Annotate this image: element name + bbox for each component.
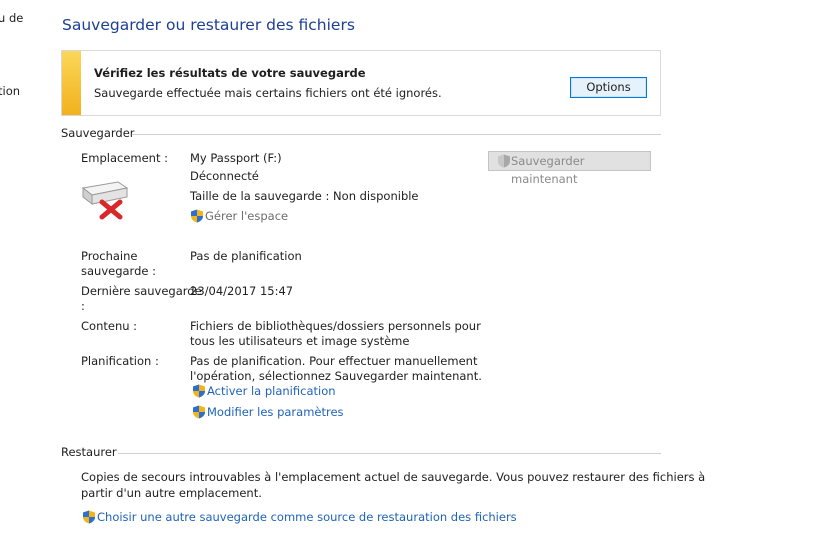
location-status: Déconnecté — [190, 169, 259, 183]
warning-stripe — [62, 51, 81, 115]
sidebar-item-partial-2[interactable]: tion — [0, 84, 20, 98]
content-line-1: Fichiers de bibliothèques/dossiers perso… — [190, 319, 481, 333]
last-backup-value: 23/04/2017 15:47 — [190, 284, 294, 298]
shield-icon — [83, 510, 95, 524]
next-backup-value: Pas de planification — [190, 249, 302, 263]
shield-icon — [498, 154, 510, 168]
enable-schedule-link[interactable]: Activer la planification — [207, 384, 336, 398]
shield-icon — [193, 405, 205, 419]
warning-banner: Vérifiez les résultats de votre sauvegar… — [61, 50, 661, 116]
next-backup-label-1: Prochaine — [81, 249, 138, 263]
manage-space-link[interactable]: Gérer l'espace — [205, 209, 288, 223]
content-label: Contenu : — [81, 319, 138, 333]
restore-message-line-1: Copies de secours introuvables à l'empla… — [81, 470, 706, 484]
shield-icon — [193, 384, 205, 398]
page-title: Sauvegarder ou restaurer des fichiers — [62, 16, 355, 34]
banner-message: Sauvegarde effectuée mais certains fichi… — [94, 86, 442, 100]
restore-message-line-2: partir d'un autre emplacement. — [81, 486, 262, 500]
schedule-label: Planification : — [81, 354, 159, 368]
restore-section-heading: Restaurer — [61, 445, 117, 459]
schedule-line-1: Pas de planification. Pour effectuer man… — [190, 354, 478, 368]
location-label: Emplacement : — [81, 151, 169, 165]
change-settings-link[interactable]: Modifier les paramètres — [207, 405, 344, 419]
backup-now-button[interactable]: Sauvegarder maintenant — [488, 151, 651, 186]
schedule-line-2: l'opération, sélectionnez Sauvegarder ma… — [190, 369, 482, 383]
choose-backup-link[interactable]: Choisir une autre sauvegarde comme sourc… — [97, 510, 517, 524]
restore-section-divider — [118, 453, 661, 454]
external-drive-disconnected-icon — [81, 181, 129, 220]
backup-section-divider — [132, 134, 661, 135]
last-backup-label-1: Dernière sauvegarde — [81, 284, 202, 298]
options-button[interactable]: Options — [570, 77, 647, 98]
backup-now-label: Sauvegarder maintenant — [511, 154, 585, 186]
location-value: My Passport (F:) — [190, 151, 282, 165]
sidebar-item-partial-1[interactable]: u de — [0, 11, 23, 25]
backup-section-heading: Sauvegarder — [61, 126, 135, 140]
shield-icon — [191, 209, 203, 223]
last-backup-label-2: : — [81, 299, 85, 313]
content-line-2: tous les utilisateurs et image système — [190, 334, 410, 348]
banner-heading: Vérifiez les résultats de votre sauvegar… — [94, 66, 366, 80]
backup-size: Taille de la sauvegarde : Non disponible — [190, 189, 419, 203]
next-backup-label-2: sauvegarde : — [81, 264, 156, 278]
